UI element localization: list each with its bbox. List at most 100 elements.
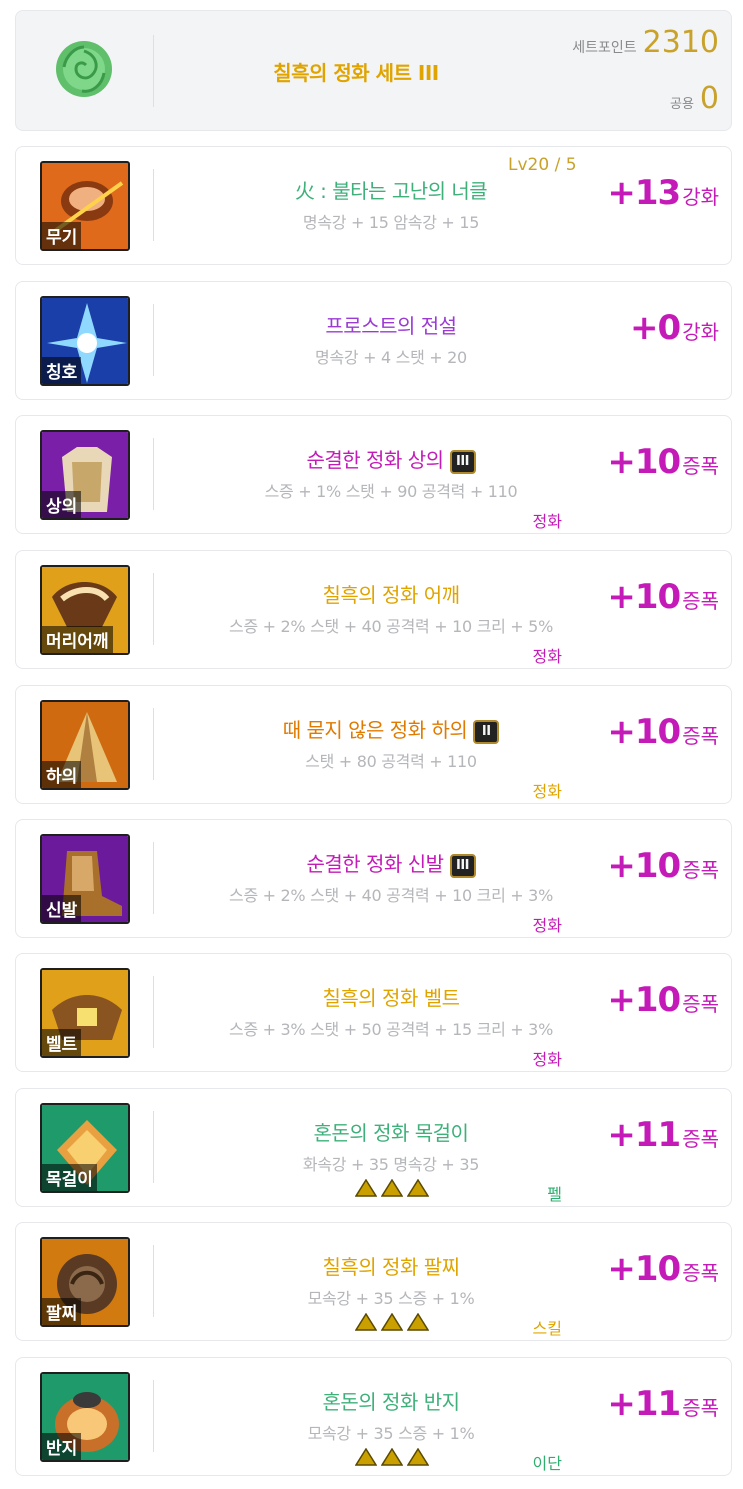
- gold-triangle-icon: [381, 1448, 403, 1466]
- equipment-row-necklace[interactable]: 목걸이 혼돈의 정화 목걸이 화속강 + 35 명속강 + 35 펠 +11 증…: [15, 1088, 732, 1207]
- item-tag: 정화: [532, 647, 562, 666]
- item-stats: 화속강 + 35 명속강 + 35: [302, 1155, 480, 1174]
- reinforce-value: +10 증폭: [607, 980, 719, 1020]
- reinforce-type: 증폭: [682, 589, 719, 613]
- gold-triangle-icon: [407, 1179, 429, 1197]
- gold-triangle-icon: [355, 1448, 377, 1466]
- slot-label: 벨트: [42, 1029, 82, 1056]
- item-name-row: 순결한 정화 신발 III: [196, 848, 586, 878]
- item-name: 火 : 불타는 고난의 너클: [294, 179, 488, 203]
- row-divider: [153, 1111, 154, 1183]
- reinforce-number: +10: [607, 980, 681, 1020]
- item-tag: 이단: [532, 1454, 562, 1473]
- reinforce-value: +13 강화: [607, 173, 719, 213]
- gold-triangle-icon: [407, 1448, 429, 1466]
- gold-triangle-icon: [381, 1313, 403, 1331]
- item-stats: 모속강 + 35 스증 + 1%: [307, 1289, 475, 1308]
- item-tag: 펠: [547, 1185, 562, 1204]
- reinforce-type: 증폭: [682, 724, 719, 748]
- item-stats: 명속강 + 15 암속강 + 15: [302, 213, 480, 232]
- item-stats: 스증 + 3% 스탯 + 50 공격력 + 15 크리 + 3%: [229, 1020, 553, 1039]
- item-tag: 정화: [532, 512, 562, 531]
- triangle-rating: [355, 1448, 429, 1466]
- reinforce-type: 증폭: [682, 1396, 719, 1420]
- reinforce-type: 증폭: [682, 858, 719, 882]
- slot-label: 무기: [42, 222, 82, 249]
- reinforce-type: 증폭: [682, 454, 719, 478]
- header-divider: [153, 35, 154, 107]
- level-text: Lv20 / 5: [508, 155, 577, 175]
- row-divider: [153, 842, 154, 914]
- row-divider: [153, 1380, 154, 1452]
- reinforce-number: +13: [607, 173, 681, 213]
- item-name: 혼돈의 정화 목걸이: [313, 1121, 469, 1145]
- item-name: 순결한 정화 상의: [306, 448, 444, 472]
- equipment-row-ring[interactable]: 반지 혼돈의 정화 반지 모속강 + 35 스증 + 1% 이단 +11 증폭: [15, 1357, 732, 1476]
- equipment-row-bottom[interactable]: 하의 때 묻지 않은 정화 하의 II 스탯 + 80 공격력 + 110 정화 …: [15, 685, 732, 804]
- slot-label: 반지: [42, 1433, 82, 1460]
- triangle-rating: [355, 1179, 429, 1197]
- belt-armor-icon: 벨트: [40, 968, 130, 1058]
- item-stats: 모속강 + 35 스증 + 1%: [307, 1424, 475, 1443]
- reinforce-value: +10 증폭: [607, 1249, 719, 1289]
- shared-label: 공용: [669, 97, 694, 112]
- reinforce-number: +11: [607, 1384, 681, 1424]
- item-name: 순결한 정화 신발: [306, 852, 444, 876]
- top-armor-icon: 상의: [40, 430, 130, 520]
- equipment-row-weapon[interactable]: 무기 Lv20 / 5 火 : 불타는 고난의 너클 명속강 + 15 암속강 …: [15, 146, 732, 265]
- reinforce-type: 증폭: [682, 1261, 719, 1285]
- slot-label: 머리어깨: [42, 626, 113, 653]
- row-divider: [153, 304, 154, 376]
- item-tag: 정화: [532, 916, 562, 935]
- slot-label: 신발: [42, 895, 82, 922]
- equipment-row-belt[interactable]: 벨트 칠흑의 정화 벨트 스증 + 3% 스탯 + 50 공격력 + 15 크리…: [15, 953, 732, 1072]
- slot-label: 상의: [42, 491, 82, 518]
- reinforce-number: +10: [607, 846, 681, 886]
- equipment-row-title[interactable]: 칭호 프로스트의 전설 명속강 + 4 스탯 + 20 +0 강화: [15, 281, 732, 400]
- reinforce-number: +10: [607, 577, 681, 617]
- gold-triangle-icon: [355, 1179, 377, 1197]
- item-stats: 스탯 + 80 공격력 + 110: [305, 752, 477, 771]
- row-divider: [153, 708, 154, 780]
- row-divider: [153, 438, 154, 510]
- reinforce-number: +0: [630, 308, 681, 348]
- item-name: 칠흑의 정화 벨트: [322, 986, 460, 1010]
- item-stats: 스증 + 1% 스탯 + 90 공격력 + 110: [264, 482, 518, 501]
- set-summary-card: 칠흑의 정화 세트 III 세트포인트 2310 공용 0: [15, 10, 732, 131]
- necklace-icon: 목걸이: [40, 1103, 130, 1193]
- gold-triangle-icon: [381, 1179, 403, 1197]
- item-stats: 스증 + 2% 스탯 + 40 공격력 + 10 크리 + 5%: [229, 617, 553, 636]
- item-name: 칠흑의 정화 어깨: [322, 583, 460, 607]
- equipment-row-bracelet[interactable]: 팔찌 칠흑의 정화 팔찌 모속강 + 35 스증 + 1% 스킬 +10 증폭: [15, 1222, 732, 1341]
- item-name: 프로스트의 전설: [325, 314, 457, 338]
- item-tag: 스킬: [532, 1319, 562, 1338]
- gold-triangle-icon: [407, 1313, 429, 1331]
- row-divider: [153, 573, 154, 645]
- tier-badge: III: [449, 450, 476, 474]
- slot-label: 칭호: [42, 357, 82, 384]
- equipment-row-shoes[interactable]: 신발 순결한 정화 신발 III 스증 + 2% 스탯 + 40 공격력 + 10…: [15, 819, 732, 938]
- slot-label: 목걸이: [42, 1164, 97, 1191]
- item-tag: 정화: [532, 782, 562, 801]
- reinforce-type: 강화: [682, 320, 719, 344]
- shoulder-armor-icon: 머리어깨: [40, 565, 130, 655]
- reinforce-number: +10: [607, 1249, 681, 1289]
- equipment-row-shoulder[interactable]: 머리어깨 칠흑의 정화 어깨 스증 + 2% 스탯 + 40 공격력 + 10 …: [15, 550, 732, 669]
- item-name: 때 묻지 않은 정화 하의: [282, 718, 468, 742]
- frost-title-icon: 칭호: [40, 296, 130, 386]
- reinforce-type: 증폭: [682, 992, 719, 1016]
- equipment-row-top[interactable]: 상의 순결한 정화 상의 III 스증 + 1% 스탯 + 90 공격력 + 11…: [15, 415, 732, 534]
- item-tag: 정화: [532, 1050, 562, 1069]
- set-point-value: 2310: [642, 25, 719, 60]
- shoes-armor-icon: 신발: [40, 834, 130, 924]
- shared-value: 0: [699, 81, 719, 116]
- item-name-row: 때 묻지 않은 정화 하의 II: [196, 714, 586, 744]
- triangle-rating: [355, 1313, 429, 1331]
- reinforce-value: +10 증폭: [607, 442, 719, 482]
- shared-row: 공용 0: [670, 81, 719, 116]
- gold-triangle-icon: [355, 1313, 377, 1331]
- set-point-row: 세트포인트 2310: [572, 25, 719, 60]
- item-name-row: 순결한 정화 상의 III: [196, 444, 586, 474]
- tier-badge: III: [449, 854, 476, 878]
- set-name: 칠흑의 정화 세트 III: [273, 61, 439, 85]
